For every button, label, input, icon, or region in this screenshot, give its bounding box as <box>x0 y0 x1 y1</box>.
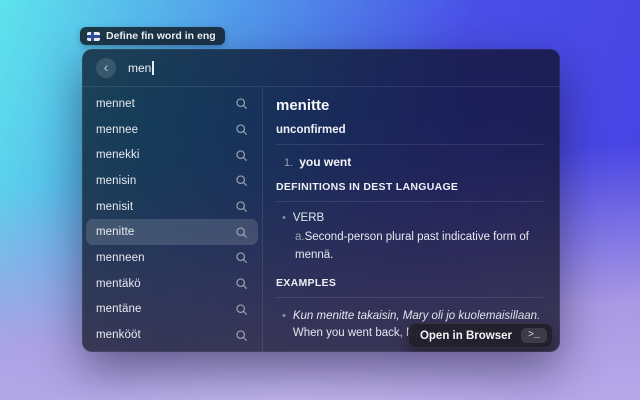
bullet-icon: • <box>282 308 286 344</box>
command-tag[interactable]: Define fin word in eng <box>80 27 225 45</box>
list-item[interactable]: menisit <box>86 194 258 220</box>
window-body: mennet mennee menekki menisin menisit me… <box>82 87 560 352</box>
open-in-browser-tooltip[interactable]: Open in Browser >_ <box>408 323 553 348</box>
examples-header: EXAMPLES <box>276 277 543 289</box>
command-tag-label: Define fin word in eng <box>106 30 216 42</box>
search-icon <box>235 97 248 110</box>
list-item[interactable]: mentäkö <box>86 271 258 297</box>
chevron-left-icon: ‹ <box>104 60 109 74</box>
list-item[interactable]: menitte <box>86 219 258 245</box>
bullet-icon: • <box>282 212 286 224</box>
search-icon <box>235 303 248 316</box>
detail-title: menitte <box>276 97 543 114</box>
detail-panel: menitte unconfirmed 1. you went DEFINITIO… <box>263 87 560 352</box>
list-item[interactable]: menekki <box>86 142 258 168</box>
search-icon <box>235 174 248 187</box>
launcher-window: ‹ men mennet mennee menekki menisin <box>82 49 560 352</box>
translation-number: 1. <box>284 157 293 169</box>
search-icon <box>235 226 248 239</box>
back-button[interactable]: ‹ <box>96 58 116 78</box>
example-finnish: Kun menitte takaisin, Mary oli jo kuolem… <box>293 310 540 322</box>
list-item-word: menkööt <box>96 329 141 341</box>
part-of-speech: VERB <box>293 212 324 224</box>
list-item-word: menisit <box>96 201 133 213</box>
list-item[interactable]: mennee <box>86 117 258 143</box>
example-item: • Muistatko, kun menitte baptistikirkkoo… <box>282 350 543 352</box>
list-item-word: mentäkö <box>96 278 141 290</box>
translation-text: you went <box>299 155 351 169</box>
list-item-word: menekki <box>96 149 140 161</box>
search-icon <box>235 277 248 290</box>
search-bar: ‹ men <box>82 49 560 87</box>
list-item[interactable]: menneen <box>86 245 258 271</box>
list-item[interactable]: mennet <box>86 91 258 117</box>
list-item-word: mennee <box>96 124 138 136</box>
search-icon <box>235 123 248 136</box>
results-list: mennet mennee menekki menisin menisit me… <box>82 87 263 352</box>
search-input[interactable]: men <box>128 61 154 75</box>
definition-letter: a. <box>295 231 305 243</box>
divider <box>276 201 543 202</box>
list-item-word: mennet <box>96 98 135 110</box>
divider <box>276 144 543 145</box>
definition-text: Second-person plural past indicative for… <box>295 231 529 261</box>
text-caret <box>152 61 154 75</box>
list-item-word: menitte <box>96 226 134 238</box>
list-item-word: menneen <box>96 252 145 264</box>
search-input-value: men <box>128 61 151 75</box>
definitions-header: DEFINITIONS IN DEST LANGUAGE <box>276 181 543 193</box>
desktop-background: { "tag": { "label": "Define fin word in … <box>0 0 640 400</box>
list-item-word: menisin <box>96 175 136 187</box>
search-icon <box>235 329 248 342</box>
search-icon <box>235 149 248 162</box>
enter-key-icon: >_ <box>521 328 547 343</box>
list-item[interactable]: mentäne <box>86 297 258 323</box>
list-item[interactable]: menisin <box>86 168 258 194</box>
divider <box>276 297 543 298</box>
search-icon <box>235 251 248 264</box>
translation-item: 1. you went <box>276 155 543 169</box>
list-item-word: mentäne <box>96 303 141 315</box>
finnish-flag-icon <box>87 32 100 41</box>
tooltip-label: Open in Browser <box>420 330 512 342</box>
status-label: unconfirmed <box>276 124 543 136</box>
definition-item: • VERB a.Second-person plural past indica… <box>282 212 543 265</box>
bullet-icon: • <box>282 350 286 352</box>
list-item[interactable]: menkööt <box>86 322 258 348</box>
search-icon <box>235 200 248 213</box>
